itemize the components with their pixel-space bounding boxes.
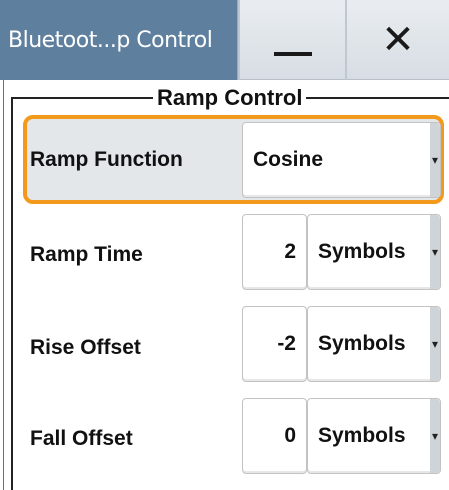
ramp-time-input[interactable]: 2 — [242, 214, 307, 290]
ramp-function-label: Ramp Function — [30, 148, 183, 171]
chevron-down-icon: ▾ — [430, 399, 440, 473]
chevron-down-icon: ▾ — [430, 123, 440, 197]
minimize-button[interactable] — [238, 0, 345, 80]
rise-offset-label: Rise Offset — [30, 336, 141, 359]
fall-offset-label: Fall Offset — [30, 427, 133, 450]
chevron-down-icon: ▾ — [430, 307, 440, 381]
left-border — [3, 80, 4, 490]
fall-offset-value: 0 — [284, 424, 296, 447]
fall-offset-input[interactable]: 0 — [242, 398, 307, 474]
rise-offset-unit-dropdown[interactable]: Symbols ▾ — [307, 306, 441, 382]
ramp-function-value: Cosine — [253, 148, 324, 171]
ramp-time-label: Ramp Time — [30, 243, 143, 266]
title-bar: Bluetoot...p Control ✕ — [0, 0, 449, 80]
group-title: Ramp Control — [153, 84, 307, 112]
minimize-icon — [273, 51, 312, 56]
close-button[interactable]: ✕ — [345, 0, 449, 80]
dialog-content: Ramp Control Ramp Function Cosine ▾ Ramp… — [0, 80, 449, 490]
ramp-time-unit: Symbols — [318, 240, 406, 263]
rise-offset-unit: Symbols — [318, 332, 406, 355]
close-icon: ✕ — [381, 17, 415, 62]
window-title: Bluetoot...p Control — [0, 0, 238, 80]
rise-offset-input[interactable]: -2 — [242, 306, 307, 382]
ramp-time-unit-dropdown[interactable]: Symbols ▾ — [307, 214, 441, 290]
ramp-time-value: 2 — [284, 240, 296, 263]
chevron-down-icon: ▾ — [430, 215, 440, 289]
rise-offset-value: -2 — [277, 332, 296, 355]
fall-offset-unit: Symbols — [318, 424, 406, 447]
fall-offset-unit-dropdown[interactable]: Symbols ▾ — [307, 398, 441, 474]
ramp-function-dropdown[interactable]: Cosine ▾ — [242, 122, 441, 198]
